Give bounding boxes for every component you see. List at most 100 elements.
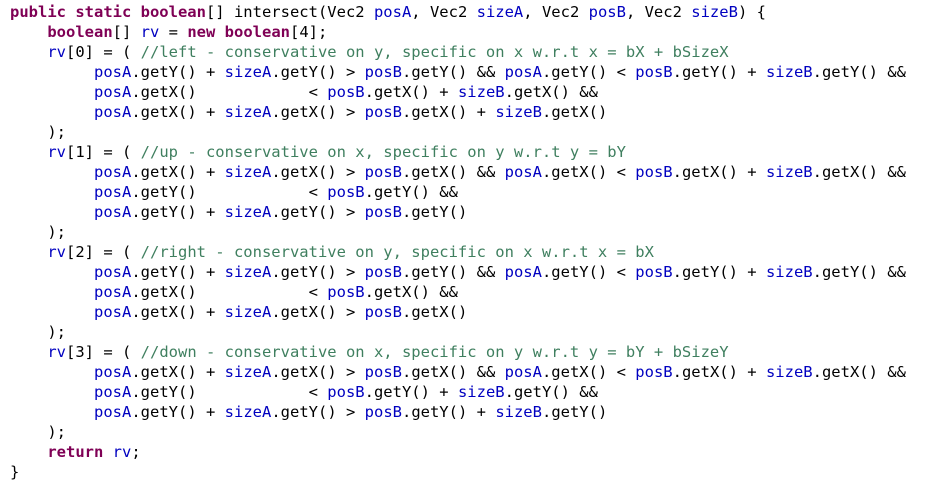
code-text: .getY()	[541, 403, 608, 421]
code-text: .getX() >	[271, 103, 365, 121]
code-identifier: sizeB	[765, 363, 813, 381]
code-text: ) {	[737, 3, 766, 21]
code-identifier: posA	[94, 263, 132, 281]
code-line: posA.getX() + sizeA.getX() > posB.getX()…	[10, 102, 607, 122]
code-text: .getX() &&	[364, 283, 458, 301]
code-identifier: sizeB	[691, 3, 738, 21]
code-identifier: rv	[47, 43, 66, 61]
code-identifier: posB	[635, 63, 673, 81]
code-identifier: posB	[364, 203, 402, 221]
code-identifier: posA	[504, 363, 542, 381]
code-text: .getY() &&	[401, 263, 505, 281]
code-text: .getY() >	[271, 203, 365, 221]
code-line: );	[10, 422, 66, 442]
code-text: =	[159, 23, 188, 41]
code-identifier: posA	[504, 263, 542, 281]
code-text: .getY()	[401, 203, 468, 221]
code-text: .getY() +	[401, 403, 496, 421]
code-line: posA.getX() + sizeA.getX() > posB.getX()…	[10, 362, 906, 382]
code-text: .getY() +	[364, 383, 458, 401]
code-text: .getY() <	[541, 63, 636, 81]
code-identifier: posB	[364, 163, 402, 181]
code-identifier: posB	[635, 263, 673, 281]
code-identifier: sizeA	[224, 163, 272, 181]
code-line: posA.getX() < posB.getX() &&	[10, 282, 458, 302]
code-identifier: rv	[47, 243, 66, 261]
code-text: .getX() <	[541, 363, 636, 381]
code-identifier: sizeB	[457, 383, 505, 401]
code-identifier: rv	[140, 23, 160, 41]
code-line: }	[10, 462, 19, 482]
code-text: .getY() >	[271, 263, 365, 281]
code-identifier: posA	[373, 3, 412, 21]
code-text: .getX() >	[271, 163, 365, 181]
code-identifier: posB	[364, 363, 402, 381]
code-text: []	[112, 23, 141, 41]
code-line: public static boolean[] intersect(Vec2 p…	[10, 2, 766, 22]
code-identifier: posA	[504, 163, 542, 181]
code-line: rv[1] = ( //up - conservative on x, spec…	[10, 142, 626, 162]
code-identifier: posA	[94, 303, 132, 321]
code-text: .getX() +	[672, 163, 766, 181]
code-editor[interactable]: public static boolean[] intersect(Vec2 p…	[10, 0, 930, 484]
code-identifier: sizeA	[224, 403, 272, 421]
code-text: .getX() &&	[504, 83, 598, 101]
code-keyword: new boolean	[187, 23, 290, 41]
code-identifier: posA	[94, 403, 132, 421]
code-text: .getX() +	[131, 363, 225, 381]
code-line: posA.getY() < posB.getY() &&	[10, 182, 458, 202]
code-keyword: boolean	[47, 23, 113, 41]
code-text: [1] = (	[66, 143, 141, 161]
code-text: .getX() <	[541, 163, 636, 181]
code-text: .getY() +	[672, 263, 766, 281]
code-text: .getY() &&	[364, 183, 458, 201]
code-text: .getY() +	[131, 403, 225, 421]
code-line: posA.getY() + sizeA.getY() > posB.getY()…	[10, 402, 607, 422]
code-identifier: sizeA	[224, 63, 272, 81]
code-identifier: posA	[94, 383, 132, 401]
code-identifier: posA	[94, 63, 132, 81]
code-identifier: sizeB	[495, 103, 542, 121]
code-line: posA.getY() < posB.getY() + sizeB.getY()…	[10, 382, 598, 402]
code-text: .getY() +	[672, 63, 766, 81]
code-comment: //down - conservative on x, specific on …	[140, 343, 729, 361]
code-identifier: posA	[94, 203, 132, 221]
code-identifier: posA	[94, 163, 132, 181]
code-text: );	[10, 423, 66, 441]
code-identifier: sizeA	[224, 263, 272, 281]
code-text: [0] = (	[66, 43, 141, 61]
code-line: rv[0] = ( //left - conservative on y, sp…	[10, 42, 728, 62]
code-text: .getX() &&	[401, 163, 505, 181]
code-line: posA.getX() < posB.getX() + sizeB.getX()…	[10, 82, 598, 102]
code-keyword: return	[47, 443, 104, 461]
code-identifier: posB	[364, 103, 402, 121]
code-text: ;	[131, 443, 141, 461]
code-text: .getX() +	[131, 163, 225, 181]
code-identifier: rv	[47, 143, 66, 161]
code-identifier: posB	[364, 263, 402, 281]
code-line: rv[2] = ( //right - conservative on y, s…	[10, 242, 654, 262]
code-identifier: posA	[94, 103, 132, 121]
code-text: .getX() <	[131, 83, 328, 101]
code-line: boolean[] rv = new boolean[4];	[10, 22, 327, 42]
code-identifier: rv	[112, 443, 132, 461]
code-line: rv[3] = ( //down - conservative on x, sp…	[10, 342, 729, 362]
code-line: posA .getY() + sizeA.getY() > posB.getY()…	[10, 62, 906, 82]
code-identifier: posB	[364, 403, 402, 421]
code-text: .getY() +	[131, 263, 225, 281]
code-text: .getY() >	[271, 63, 365, 81]
code-line: );	[10, 222, 66, 242]
